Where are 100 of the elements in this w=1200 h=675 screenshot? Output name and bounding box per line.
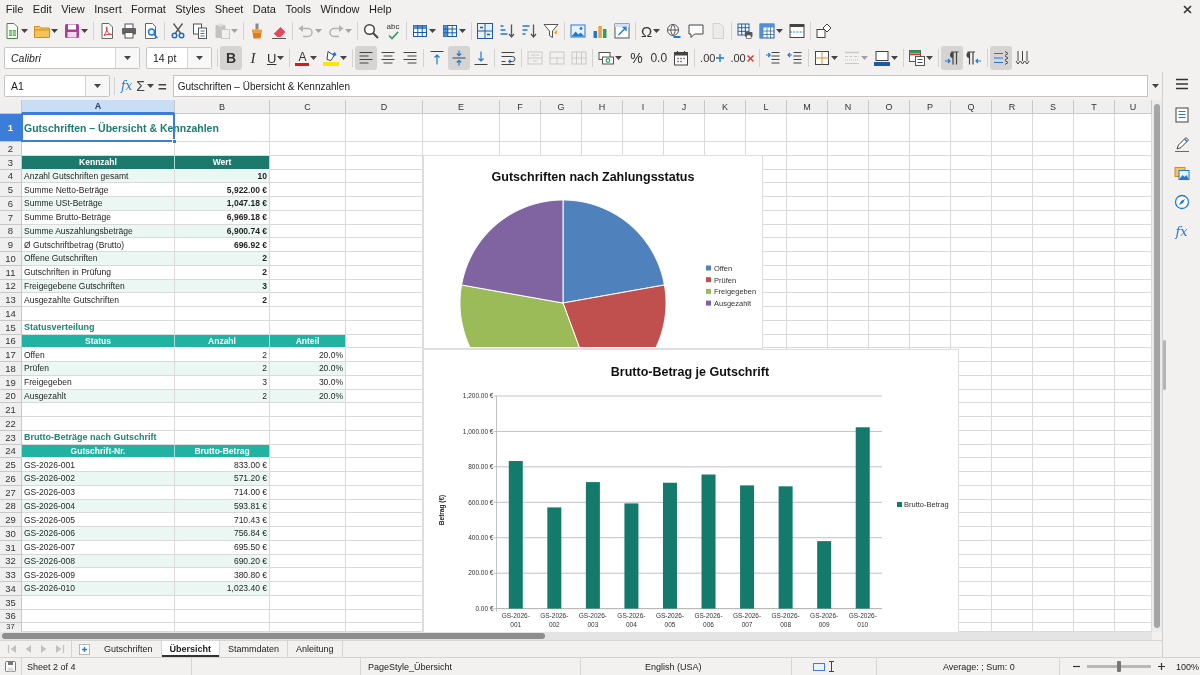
add-decimal-button[interactable]: .00 — [697, 46, 728, 70]
page-style-label: PageStyle_Übersicht — [368, 661, 453, 672]
rectangle-icon — [813, 662, 825, 671]
column-header[interactable]: S — [1033, 100, 1074, 114]
column-header[interactable]: N — [828, 100, 869, 114]
table-cell-text: GS-2026-005 — [23, 513, 77, 527]
font-name-field[interactable]: Calibri — [4, 47, 140, 69]
row-header[interactable]: 17 — [0, 348, 22, 362]
vertical-text-icon — [1014, 50, 1031, 66]
row-header[interactable]: 2 — [0, 142, 22, 156]
special-character-button[interactable]: Ω — [638, 19, 664, 43]
menu-item[interactable]: Help — [364, 3, 397, 15]
menu-item[interactable]: Edit — [28, 3, 57, 15]
column-header[interactable]: L — [746, 100, 787, 114]
menu-item[interactable]: Insert — [89, 3, 127, 15]
row-header[interactable]: 13 — [0, 293, 22, 307]
banknotes-icon — [598, 50, 615, 66]
menu-item[interactable]: Sheet — [209, 3, 249, 15]
row-header[interactable]: 6 — [0, 197, 22, 211]
sheet-tab[interactable]: Übersicht — [161, 641, 221, 657]
formula-button[interactable]: = — [155, 75, 169, 97]
caret-icon — [890, 56, 898, 60]
bar-chart-icon — [592, 23, 608, 39]
column-header[interactable]: E — [423, 100, 500, 114]
row-header[interactable]: 9 — [0, 238, 22, 252]
menu-item[interactable]: Tools — [280, 3, 316, 15]
spelling-button[interactable]: abc — [382, 19, 404, 43]
column-header[interactable]: P — [910, 100, 951, 114]
percent-button[interactable]: % — [625, 46, 648, 70]
table-cell-text: GS-2026-009 — [23, 568, 77, 582]
sidebar-grip[interactable] — [1163, 340, 1166, 390]
column-header[interactable]: U — [1115, 100, 1152, 114]
row-header[interactable]: 34 — [0, 582, 22, 596]
column-header[interactable]: K — [705, 100, 746, 114]
indent-decrease-icon — [786, 50, 803, 66]
line-style-icon — [843, 50, 860, 66]
selection-summary: Average: ; Sum: 0 — [943, 661, 1015, 672]
close-button[interactable] — [1181, 2, 1194, 16]
function-wizard-button[interactable]: fx — [119, 75, 135, 97]
left-to-right-button[interactable] — [940, 46, 963, 70]
column-header[interactable]: B — [175, 100, 270, 114]
menu-item[interactable]: Data — [248, 3, 281, 15]
row-header[interactable]: 25 — [0, 458, 22, 472]
standard-format-button[interactable]: 0.0 — [647, 46, 671, 70]
column-header[interactable]: J — [664, 100, 705, 114]
table-cell-text: 20.0% — [317, 348, 344, 362]
row-header[interactable]: 1 — [0, 114, 22, 142]
sheet-tab[interactable]: Stammdaten — [220, 641, 289, 657]
clipboard-icon — [214, 23, 230, 39]
bold-button[interactable]: B — [220, 46, 242, 70]
functions-button[interactable]: fx — [1168, 219, 1195, 243]
delete-decimal-button[interactable]: .00 — [727, 46, 757, 70]
slider-thumb[interactable] — [1117, 661, 1121, 672]
table-cell-text: GS-2026-001 — [23, 458, 77, 472]
column-header[interactable]: M — [787, 100, 828, 114]
column-header[interactable]: A — [22, 100, 175, 114]
italic-button[interactable]: I — [242, 46, 264, 70]
column-header[interactable]: G — [541, 100, 582, 114]
menu-item[interactable]: Window — [315, 3, 365, 15]
horizontal-scrollbar[interactable] — [0, 632, 1152, 640]
column-header[interactable]: Q — [951, 100, 992, 114]
row-header[interactable]: 5 — [0, 183, 22, 197]
row-header[interactable]: 14 — [0, 307, 22, 321]
column-header[interactable]: I — [623, 100, 664, 114]
menu-item[interactable]: File — [1, 3, 29, 15]
column-header[interactable]: O — [869, 100, 910, 114]
row-header[interactable]: 29 — [0, 513, 22, 527]
table-cell-text: GS-2026-003 — [23, 486, 77, 500]
row-header[interactable]: 30 — [0, 527, 22, 541]
column-header[interactable]: T — [1074, 100, 1115, 114]
row-header[interactable]: 18 — [0, 362, 22, 376]
formula-input-field[interactable]: Gutschriften – Übersicht & Kennzahlen — [172, 75, 1148, 97]
sheet-tab[interactable]: Gutschriften — [96, 641, 162, 657]
row-header[interactable]: 26 — [0, 472, 22, 486]
add-sheet-button[interactable] — [77, 641, 92, 657]
text-horizontal-button[interactable] — [989, 46, 1012, 70]
menu-item[interactable]: Format — [126, 3, 171, 15]
align-left-button[interactable] — [355, 46, 378, 70]
zoom-in-button[interactable] — [1157, 660, 1166, 673]
cells-grid-icon — [571, 50, 588, 66]
sheet-tab[interactable]: Anleitung — [288, 641, 343, 657]
menu-item[interactable]: Styles — [170, 3, 210, 15]
column-header[interactable]: H — [582, 100, 623, 114]
font-color-button[interactable]: A — [292, 46, 321, 70]
column-header[interactable]: R — [992, 100, 1033, 114]
row-header[interactable]: 22 — [0, 417, 22, 431]
font-size-field[interactable]: 14 pt — [146, 47, 212, 69]
fill-handle[interactable] — [172, 139, 177, 144]
name-box-field[interactable]: A1 — [4, 75, 110, 97]
menu-item[interactable]: View — [56, 3, 90, 15]
underline-button[interactable]: U — [264, 46, 288, 70]
image-icon — [570, 23, 586, 39]
row-header[interactable]: 21 — [0, 403, 22, 417]
row-header[interactable]: 10 — [0, 252, 22, 266]
column-header[interactable]: F — [500, 100, 541, 114]
vertical-scrollbar[interactable] — [1152, 100, 1162, 632]
sum-button[interactable]: Σ — [134, 75, 156, 97]
column-header[interactable]: D — [346, 100, 423, 114]
row-header[interactable]: 33 — [0, 568, 22, 582]
column-header[interactable]: C — [270, 100, 346, 114]
